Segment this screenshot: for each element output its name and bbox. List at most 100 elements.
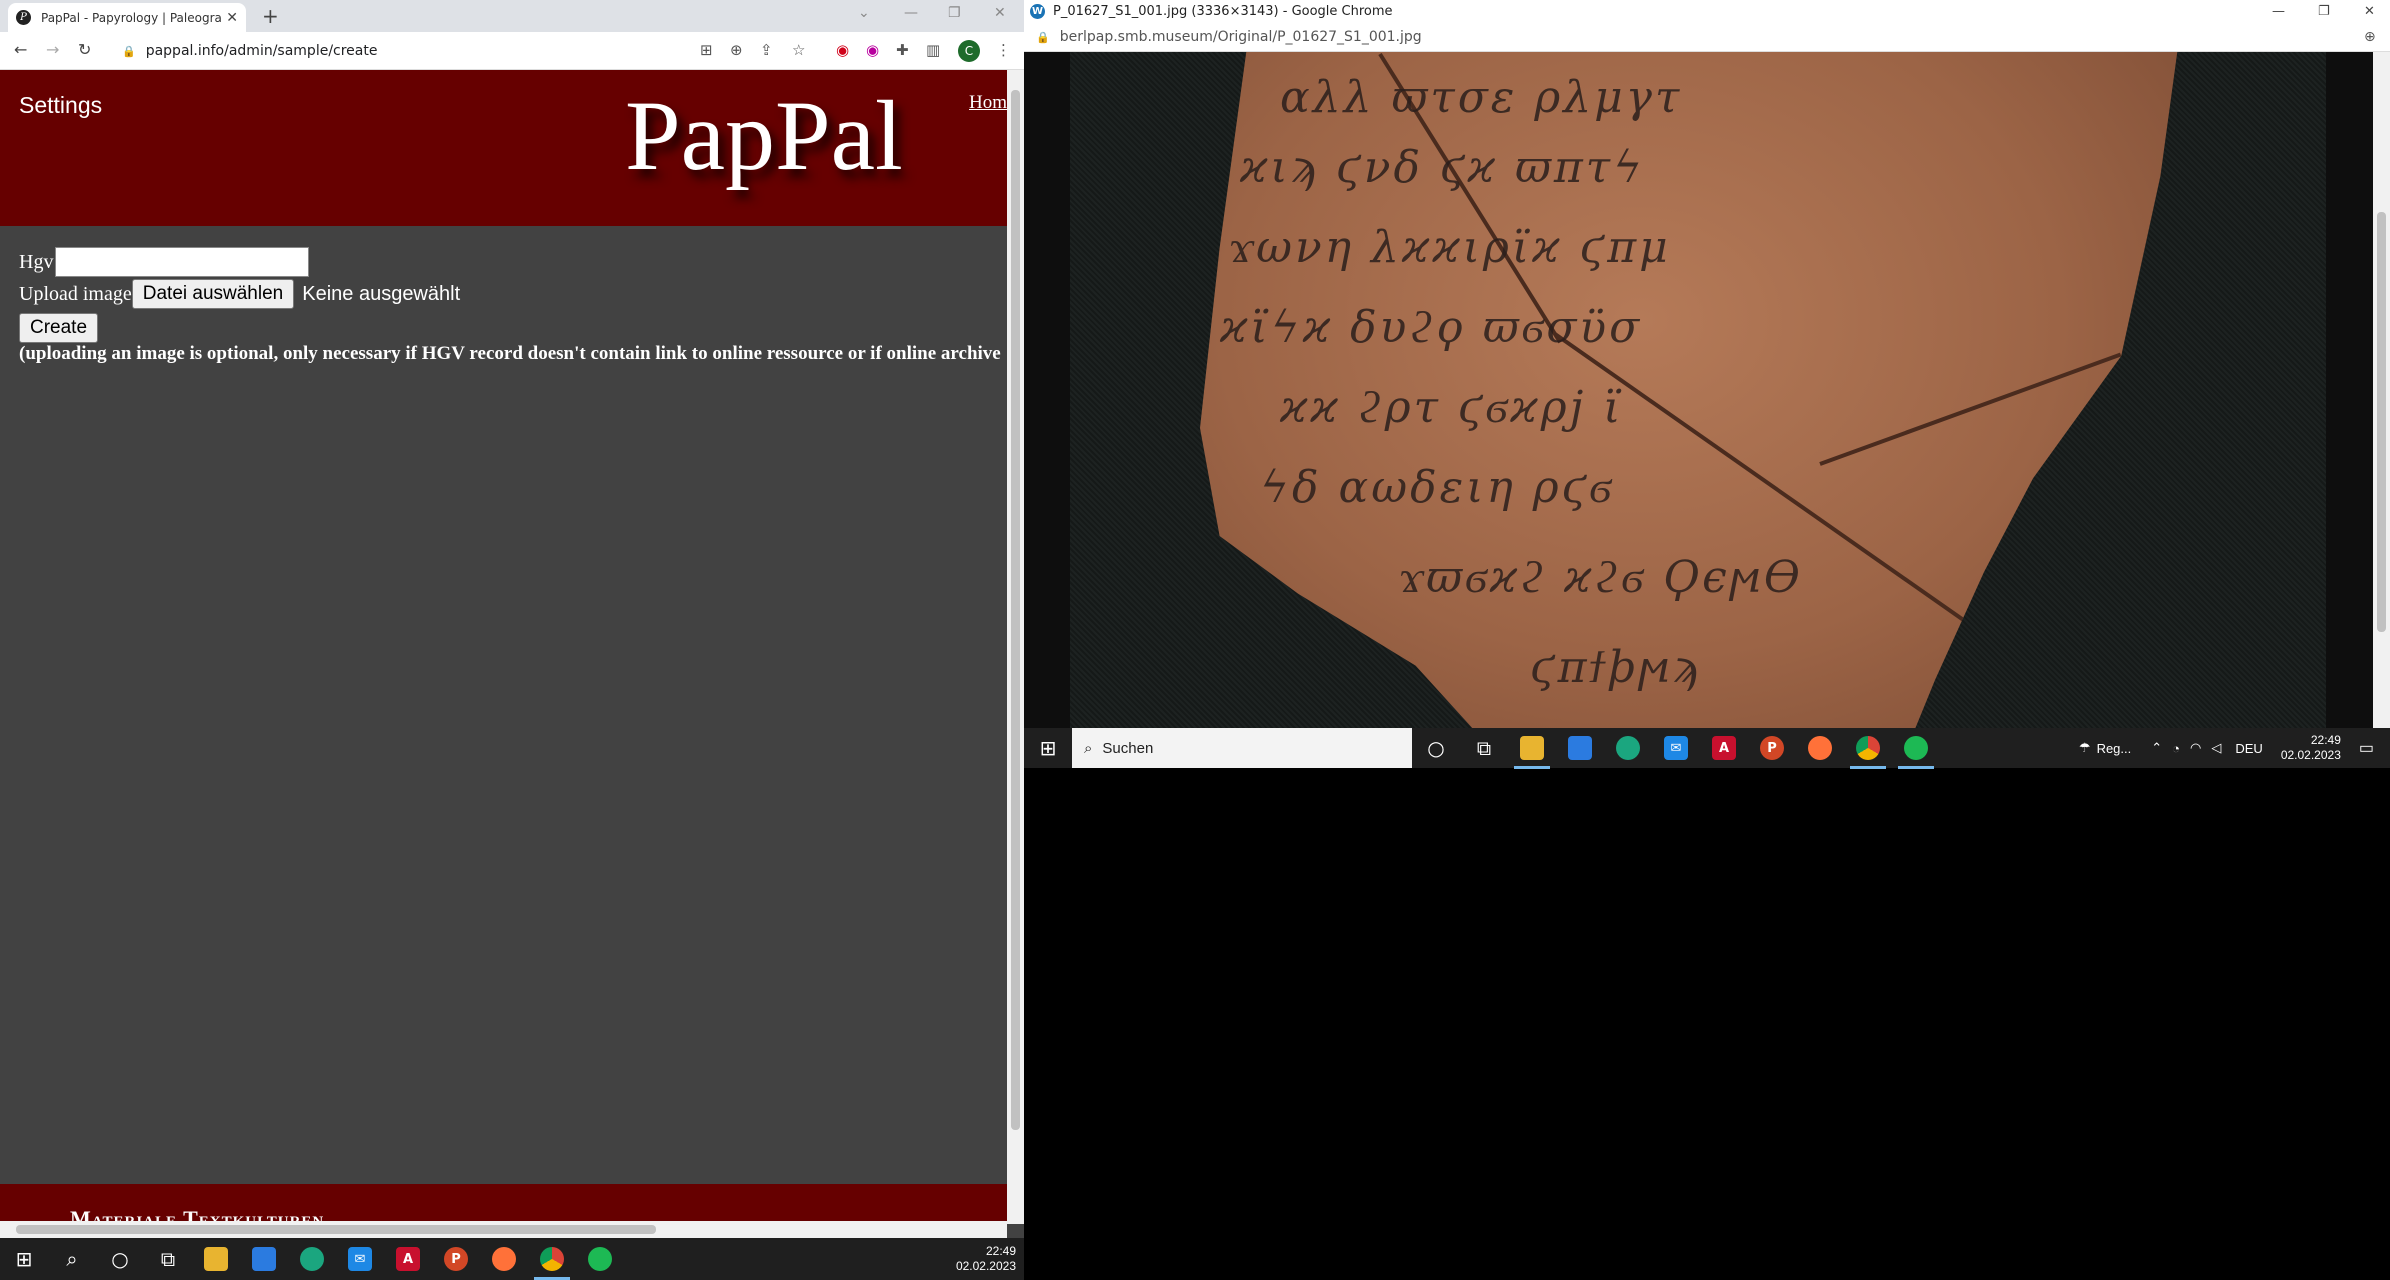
task-view-icon[interactable]: ⧉: [1460, 727, 1508, 769]
hgv-label: Hgv: [19, 250, 54, 273]
extension-red-icon[interactable]: ◉: [836, 41, 849, 59]
weather-text[interactable]: Reg...: [2097, 741, 2132, 756]
ostracon-image[interactable]: ɑλλ ϖτσε ρλμγτ ϰιϡ ϛνδ ϛϰ ϖπτϟ ϫωνη λϰϰι…: [1070, 52, 2326, 728]
right-restore-icon[interactable]: ❐: [2318, 4, 2330, 19]
firefox-icon[interactable]: [480, 1238, 528, 1280]
search-icon[interactable]: ⌕: [48, 1238, 96, 1280]
close-tab-icon[interactable]: ✕: [226, 10, 238, 26]
address-url: pappal.info/admin/sample/create: [145, 43, 378, 59]
choose-file-button[interactable]: Datei auswählen: [131, 279, 295, 309]
store-icon[interactable]: [240, 1238, 288, 1280]
lock-icon: 🔒: [122, 44, 136, 58]
network-icon[interactable]: ◔: [2172, 741, 2180, 756]
menu-kebab-icon[interactable]: ⋮: [996, 41, 1011, 59]
hgv-row: Hgv: [19, 246, 460, 278]
right-address-url: berlpap.smb.museum/Original/P_01627_S1_0…: [1059, 29, 1422, 45]
right-browser-window: W P_01627_S1_001.jpg (3336×3143) - Googl…: [1024, 0, 2390, 768]
speaker-icon[interactable]: ◁: [2211, 740, 2221, 756]
close-window-icon[interactable]: ✕: [994, 5, 1006, 21]
pappal-logo: PapPal: [625, 80, 903, 191]
mail-icon[interactable]: ✉: [336, 1238, 384, 1280]
search-icon: ⌕: [1084, 739, 1093, 757]
tray-chevron-icon[interactable]: ⌃: [2151, 740, 2162, 756]
windows-start-icon[interactable]: ⊞: [1024, 727, 1072, 769]
store-icon[interactable]: [1556, 727, 1604, 769]
edge-icon[interactable]: [1604, 727, 1652, 769]
taskbar-search-box[interactable]: ⌕ Suchen: [1072, 728, 1412, 768]
windows-start-icon[interactable]: ⊞: [0, 1238, 48, 1280]
file-explorer-icon[interactable]: [1508, 727, 1556, 769]
right-scroll-thumb[interactable]: [2377, 212, 2386, 632]
reload-icon[interactable]: ↻: [78, 40, 91, 59]
side-panel-icon[interactable]: ▥: [926, 41, 940, 59]
file-explorer-icon[interactable]: [192, 1238, 240, 1280]
spotify-icon[interactable]: [1892, 727, 1940, 769]
tab-search-icon[interactable]: ⌄: [858, 5, 870, 21]
powerpoint-icon[interactable]: P: [1748, 727, 1796, 769]
powerpoint-icon[interactable]: P: [432, 1238, 480, 1280]
task-view-icon[interactable]: ⧉: [144, 1238, 192, 1280]
acrobat-icon[interactable]: A: [384, 1238, 432, 1280]
translate-icon[interactable]: ⊞: [700, 41, 713, 59]
hgv-input[interactable]: [55, 247, 310, 277]
back-icon[interactable]: ←: [14, 40, 27, 59]
right-close-icon[interactable]: ✕: [2364, 4, 2375, 19]
page-content: Settings PapPal Home Hgv Upload image Da…: [0, 70, 1007, 1224]
share-icon[interactable]: ⇪: [760, 41, 773, 59]
cortana-icon[interactable]: ○: [96, 1238, 144, 1280]
clock[interactable]: 22:49 02.02.2023: [2281, 733, 2341, 763]
clock-time: 22:49: [2310, 733, 2341, 747]
minimize-icon[interactable]: —: [904, 5, 918, 21]
weather-rain-icon[interactable]: ☂: [2079, 740, 2091, 756]
bookmark-star-icon[interactable]: ☆: [792, 41, 805, 59]
upload-row: Upload image Datei auswählen Keine ausge…: [19, 278, 460, 310]
settings-link[interactable]: Settings: [19, 92, 102, 119]
cortana-icon[interactable]: ○: [1412, 727, 1460, 769]
vertical-scrollbar[interactable]: [1007, 70, 1024, 1224]
pappal-favicon-icon: P: [16, 10, 31, 25]
right-window-title: P_01627_S1_001.jpg (3336×3143) - Google …: [1053, 4, 1393, 19]
right-zoom-icon[interactable]: ⊕: [2364, 29, 2376, 45]
acrobat-icon[interactable]: A: [1700, 727, 1748, 769]
lock-icon: 🔒: [1036, 30, 1050, 44]
new-tab-icon[interactable]: +: [262, 4, 279, 28]
right-vertical-scrollbar[interactable]: [2373, 52, 2390, 728]
upload-note: (uploading an image is optional, only ne…: [19, 343, 1001, 364]
no-file-text: Keine ausgewählt: [302, 282, 461, 305]
tab-pappal[interactable]: P PapPal - Papyrology | Paleography ✕: [8, 3, 246, 32]
site-header: Settings PapPal Home: [0, 70, 1007, 226]
edge-icon[interactable]: [288, 1238, 336, 1280]
horizontal-scroll-thumb[interactable]: [16, 1225, 656, 1234]
firefox-icon[interactable]: [1796, 727, 1844, 769]
spotify-icon[interactable]: [576, 1238, 624, 1280]
taskbar-left-screen: ⊞ ⌕ ○ ⧉ ✉ A P 22:49 02.02.2023: [0, 1238, 1024, 1280]
left-browser-window: P PapPal - Papyrology | Paleography ✕ + …: [0, 0, 1024, 1238]
notification-icon[interactable]: ▭: [2359, 738, 2374, 758]
extensions-puzzle-icon[interactable]: ✚: [896, 41, 909, 59]
chrome-icon[interactable]: [1844, 727, 1892, 769]
right-address-bar[interactable]: 🔒 berlpap.smb.museum/Original/P_01627_S1…: [1024, 23, 2390, 52]
mail-icon[interactable]: ✉: [1652, 727, 1700, 769]
extension-purple-icon[interactable]: ◉: [866, 41, 879, 59]
taskbar-right-screen: ⊞ ⌕ Suchen ○ ⧉ ✉ A P ☂ Reg... ⌃ ◔ ◠ ◁ DE…: [1024, 727, 2390, 769]
home-link[interactable]: Home: [969, 92, 1007, 114]
horizontal-scrollbar[interactable]: [0, 1221, 1007, 1238]
right-title-bar: W P_01627_S1_001.jpg (3336×3143) - Googl…: [1024, 0, 2390, 23]
clock-date: 02.02.2023: [2280, 748, 2341, 762]
right-minimize-icon[interactable]: —: [2272, 4, 2285, 19]
clock-date: 02.02.2023: [955, 1259, 1016, 1273]
address-bar[interactable]: 🔒 pappal.info/admin/sample/create: [110, 36, 690, 66]
clock-time: 22:49: [985, 1244, 1016, 1258]
create-button[interactable]: Create: [19, 313, 99, 343]
zoom-icon[interactable]: ⊕: [730, 41, 743, 59]
chrome-icon[interactable]: [528, 1238, 576, 1280]
forward-icon[interactable]: →: [46, 40, 59, 59]
create-sample-form: Hgv Upload image Datei auswählen Keine a…: [19, 246, 460, 344]
wifi-icon[interactable]: ◠: [2190, 740, 2201, 756]
input-language[interactable]: DEU: [2235, 741, 2262, 756]
clock[interactable]: 22:49 02.02.2023: [956, 1244, 1024, 1274]
tab-bar: P PapPal - Papyrology | Paleography ✕ + …: [0, 0, 1024, 32]
vertical-scroll-thumb[interactable]: [1011, 90, 1020, 1130]
restore-icon[interactable]: ❐: [948, 5, 961, 21]
profile-avatar[interactable]: C: [958, 40, 980, 62]
